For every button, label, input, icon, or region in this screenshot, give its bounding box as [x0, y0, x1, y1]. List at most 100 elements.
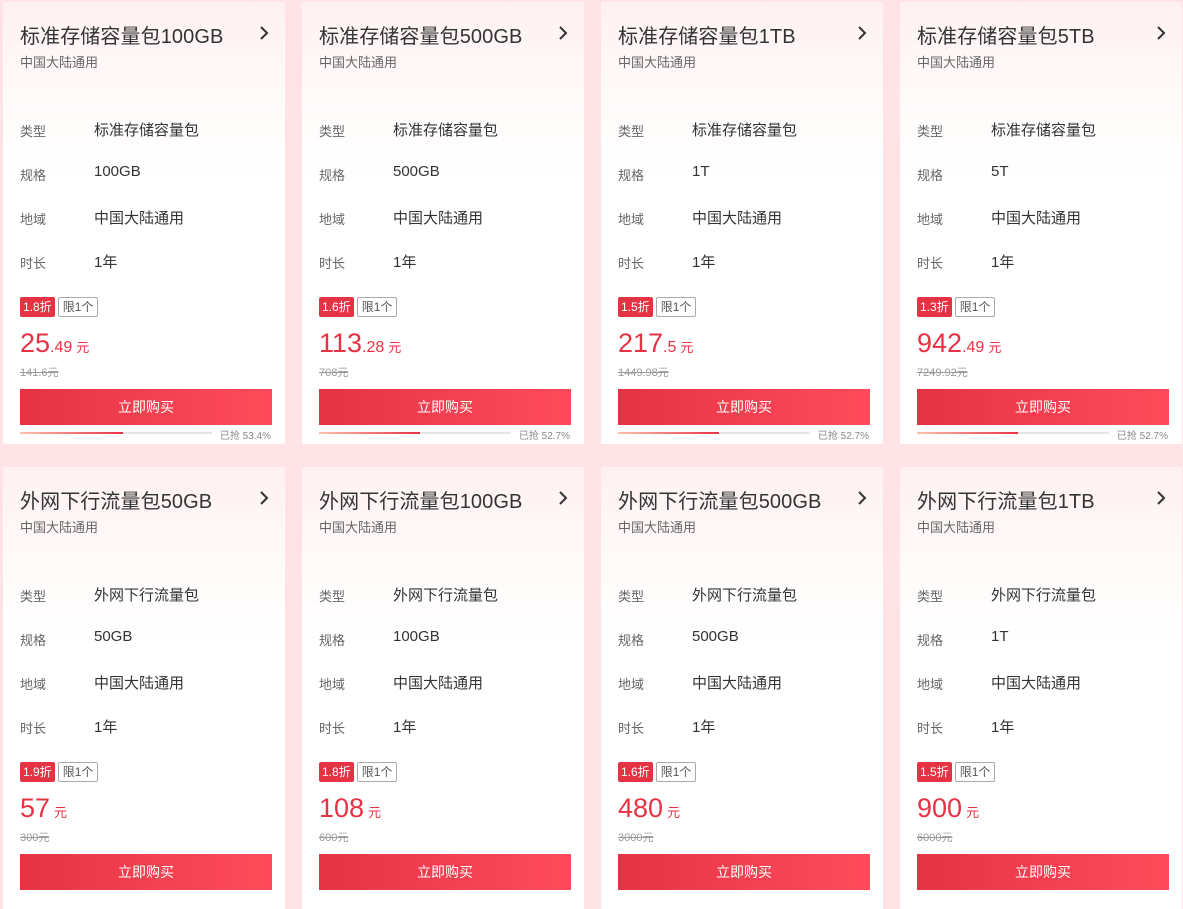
sold-percentage: 已抢 52.7%: [817, 431, 869, 442]
spec-label-region: 地域: [20, 212, 47, 227]
original-price: 300元: [20, 832, 50, 844]
price-decimal: .5: [663, 339, 677, 356]
product-card[interactable]: 标准存储容量包5TB 中国大陆通用 类型 标准存储容量包 规格 5T 地域 中国大陆通用 时长 1…: [900, 2, 1182, 444]
current-price: 108 元: [319, 793, 381, 824]
spec-value-region: 中国大陆通用: [991, 210, 1082, 227]
buy-now-button[interactable]: 立即购买: [917, 854, 1169, 890]
price-unit: 元: [680, 340, 694, 355]
buy-now-button[interactable]: 立即购买: [618, 389, 870, 425]
chevron-right-icon: [257, 26, 271, 40]
badge-row: 1.9折 限1个: [20, 762, 99, 784]
spec-value-duration: 1年: [692, 719, 716, 736]
product-card[interactable]: 标准存储容量包1TB 中国大陆通用 类型 标准存储容量包 规格 1T 地域 中国大陆通用 时长 1…: [601, 2, 883, 444]
buy-now-button[interactable]: 立即购买: [319, 854, 571, 890]
limit-badge: 限1个: [954, 297, 996, 317]
price-unit: 元: [54, 805, 68, 820]
spec-label-type: 类型: [319, 124, 346, 139]
chevron-right-icon: [556, 491, 570, 505]
spec-label-region: 地域: [618, 212, 645, 227]
card-title-link[interactable]: 标准存储容量包100GB: [20, 20, 271, 50]
spec-label-spec: 规格: [20, 168, 47, 183]
spec-label-duration: 时长: [20, 256, 47, 271]
spec-value-type: 标准存储容量包: [692, 122, 798, 139]
price-integer: 108: [319, 793, 365, 823]
spec-label-type: 类型: [20, 589, 47, 604]
product-card[interactable]: 外网下行流量包100GB 中国大陆通用 类型 外网下行流量包 规格 100GB 地域 中国大陆…: [302, 467, 584, 909]
product-title: 外网下行流量包100GB: [319, 491, 523, 513]
chevron-right-icon: [855, 491, 869, 505]
spec-value-spec: 50GB: [94, 628, 133, 645]
spec-value-type: 标准存储容量包: [94, 122, 200, 139]
current-price: 217.5 元: [618, 328, 693, 359]
card-title-link[interactable]: 标准存储容量包500GB: [319, 20, 570, 50]
discount-badge: 1.3折: [917, 297, 952, 317]
product-title: 标准存储容量包100GB: [20, 26, 224, 48]
price-integer: 480: [618, 793, 664, 823]
product-subtitle: 中国大陆通用: [917, 520, 996, 535]
card-title-link[interactable]: 标准存储容量包1TB: [618, 20, 869, 50]
spec-label-region: 地域: [319, 212, 346, 227]
spec-label-type: 类型: [319, 589, 346, 604]
limit-badge: 限1个: [57, 297, 99, 317]
product-card[interactable]: 外网下行流量包500GB 中国大陆通用 类型 外网下行流量包 规格 500GB 地域 中国大陆…: [601, 467, 883, 909]
spec-label-duration: 时长: [618, 721, 645, 736]
buy-now-button[interactable]: 立即购买: [20, 854, 272, 890]
buy-now-button[interactable]: 立即购买: [20, 389, 272, 425]
price-integer: 217: [618, 328, 664, 358]
badge-row: 1.8折 限1个: [20, 297, 99, 319]
spec-value-region: 中国大陆通用: [94, 675, 185, 692]
spec-label-duration: 时长: [319, 256, 346, 271]
badge-row: 1.3折 限1个: [917, 297, 996, 319]
limit-badge: 限1个: [655, 762, 697, 782]
spec-label-spec: 规格: [917, 168, 944, 183]
limit-badge: 限1个: [954, 762, 996, 782]
price-decimal: .49: [962, 339, 985, 356]
card-title-link[interactable]: 外网下行流量包50GB: [20, 485, 271, 515]
chevron-right-icon: [855, 26, 869, 40]
sold-progress-fill: [319, 432, 421, 434]
original-price: 3000元: [618, 832, 654, 844]
sold-progress-bar: [917, 432, 1109, 434]
product-subtitle: 中国大陆通用: [618, 55, 697, 70]
product-subtitle: 中国大陆通用: [618, 520, 697, 535]
spec-value-region: 中国大陆通用: [393, 675, 484, 692]
spec-label-duration: 时长: [319, 721, 346, 736]
sold-progress-fill: [20, 432, 123, 434]
spec-value-type: 标准存储容量包: [991, 122, 1097, 139]
chevron-right-icon: [257, 491, 271, 505]
product-card[interactable]: 外网下行流量包50GB 中国大陆通用 类型 外网下行流量包 规格 50GB 地域 中国大陆通用…: [3, 467, 285, 909]
product-grid: 标准存储容量包100GB 中国大陆通用 类型 标准存储容量包 规格 100GB 地域 中国大陆…: [0, 0, 1183, 909]
original-price: 600元: [319, 832, 349, 844]
spec-label-duration: 时长: [917, 721, 944, 736]
product-card[interactable]: 标准存储容量包500GB 中国大陆通用 类型 标准存储容量包 规格 500GB 地域 中国大陆…: [302, 2, 584, 444]
buy-now-button[interactable]: 立即购买: [917, 389, 1169, 425]
sold-progress-bar: [20, 432, 212, 434]
spec-value-spec: 1T: [991, 628, 1009, 645]
spec-label-region: 地域: [917, 677, 944, 692]
product-card[interactable]: 外网下行流量包1TB 中国大陆通用 类型 外网下行流量包 规格 1T 地域 中国大陆通用 时长 1…: [900, 467, 1182, 909]
card-title-link[interactable]: 标准存储容量包5TB: [917, 20, 1168, 50]
spec-label-spec: 规格: [319, 168, 346, 183]
product-card[interactable]: 标准存储容量包100GB 中国大陆通用 类型 标准存储容量包 规格 100GB 地域 中国大陆…: [3, 2, 285, 444]
buy-now-button[interactable]: 立即购买: [618, 854, 870, 890]
spec-label-spec: 规格: [20, 633, 47, 648]
card-title-link[interactable]: 外网下行流量包100GB: [319, 485, 570, 515]
spec-label-region: 地域: [917, 212, 944, 227]
discount-badge: 1.5折: [917, 762, 952, 782]
spec-value-spec: 5T: [991, 163, 1009, 180]
spec-value-spec: 500GB: [692, 628, 739, 645]
sold-percentage: 已抢 52.7%: [518, 431, 570, 442]
price-unit: 元: [988, 340, 1002, 355]
price-unit: 元: [76, 340, 90, 355]
card-title-link[interactable]: 外网下行流量包1TB: [917, 485, 1168, 515]
buy-now-button[interactable]: 立即购买: [319, 389, 571, 425]
spec-label-spec: 规格: [917, 633, 944, 648]
spec-label-spec: 规格: [618, 633, 645, 648]
spec-value-spec: 100GB: [393, 628, 440, 645]
card-title-link[interactable]: 外网下行流量包500GB: [618, 485, 869, 515]
price-decimal: .49: [50, 339, 73, 356]
sold-progress-bar: [319, 432, 511, 434]
original-price: 708元: [319, 367, 349, 379]
discount-badge: 1.9折: [20, 762, 55, 782]
current-price: 480 元: [618, 793, 680, 824]
